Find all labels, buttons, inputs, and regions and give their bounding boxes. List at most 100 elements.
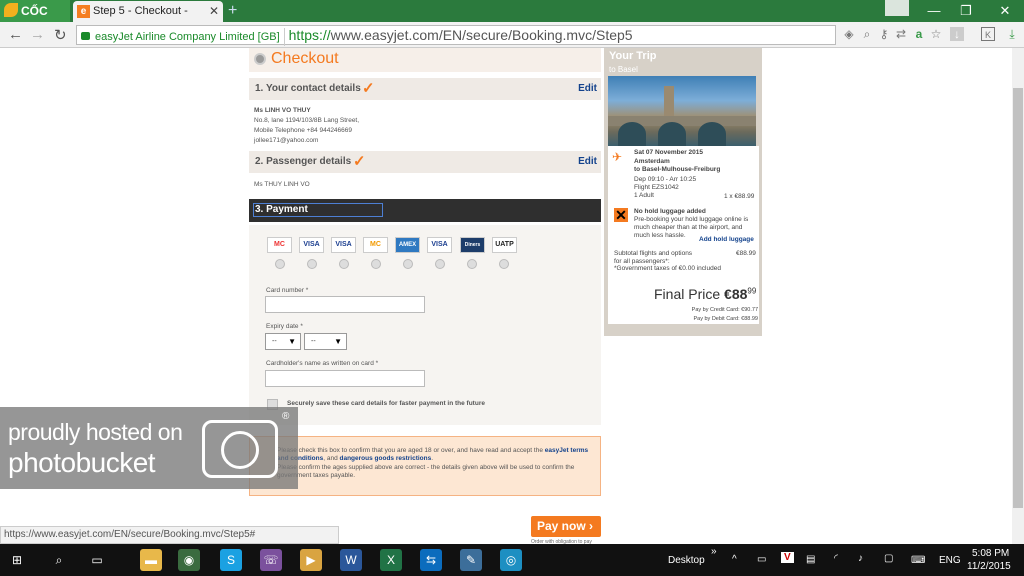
download-manager-icon[interactable]: ↓ <box>950 27 964 41</box>
status-bar-url: https://www.easyjet.com/EN/secure/Bookin… <box>0 526 339 544</box>
battery-icon[interactable]: ▭ <box>757 554 766 565</box>
camera-lens <box>221 431 259 469</box>
wifi-icon[interactable]: ◜ <box>834 553 838 564</box>
dangerous-goods-link[interactable]: dangerous goods restrictions <box>340 455 432 462</box>
card-radio[interactable] <box>307 259 317 269</box>
lock-icon <box>81 32 90 40</box>
terms-text-c: . <box>431 455 434 462</box>
pay-now-button[interactable]: Pay now › <box>531 516 601 537</box>
mastercard-icon[interactable]: MC <box>267 237 292 253</box>
close-tab-icon[interactable]: ✕ <box>209 1 219 22</box>
checkmark-icon: ✓ <box>353 153 366 170</box>
diners-club-icon[interactable]: Diners <box>460 237 485 253</box>
easyjet-favicon-icon: e <box>77 5 90 18</box>
card-number-label: Card number * <box>266 287 309 294</box>
passenger-details-label: 2. Passenger details <box>255 156 352 167</box>
task-view-icon[interactable]: ▭ <box>86 549 108 571</box>
scrollbar-thumb[interactable] <box>1013 88 1023 508</box>
file-explorer-icon[interactable]: ▬ <box>140 549 162 571</box>
expiry-year-select[interactable]: -- ▼ <box>304 333 347 350</box>
card-radio[interactable] <box>339 259 349 269</box>
visa-debit-icon[interactable]: VISA <box>331 237 356 253</box>
edit-passenger-link[interactable]: Edit <box>578 156 597 167</box>
coccoc-a-icon[interactable]: a <box>912 27 926 41</box>
shield-icon[interactable]: ◈ <box>842 27 856 41</box>
browser-tab[interactable]: e Step 5 - Checkout - Bookin ✕ <box>73 1 223 38</box>
keyboard-icon[interactable]: ▤ <box>806 554 815 565</box>
key-icon[interactable]: ⚷ <box>877 27 891 41</box>
uatp-icon[interactable]: UATP <box>492 237 517 253</box>
excel-icon[interactable]: X <box>380 549 402 571</box>
passenger-details: Ms THUY LINH VO <box>254 180 310 190</box>
checkout-header: Checkout <box>249 48 601 72</box>
card-radio[interactable] <box>499 259 509 269</box>
photo-arch <box>698 122 726 146</box>
luggage-title: No hold luggage added <box>634 208 706 215</box>
close-window-icon[interactable]: ✕ <box>987 0 1023 22</box>
search-icon[interactable]: ⌕ <box>48 549 70 571</box>
paint-icon[interactable]: ✎ <box>460 549 482 571</box>
ev-certificate-badge[interactable]: easyJet Airline Company Limited [GB] <box>77 28 285 46</box>
expiry-month-value: -- <box>272 338 277 345</box>
dropdown-arrow-icon: ▼ <box>334 337 342 346</box>
card-radio[interactable] <box>435 259 445 269</box>
media-player-icon[interactable]: ▶ <box>300 549 322 571</box>
subtotal-label: Subtotal flights and options for all pas… <box>614 250 693 265</box>
maestro-icon[interactable]: MC <box>363 237 388 253</box>
volume-icon[interactable]: ♪ <box>858 553 863 564</box>
expiry-month-select[interactable]: -- ▼ <box>265 333 301 350</box>
camera-icon <box>202 420 278 478</box>
skype-icon[interactable]: S <box>220 549 242 571</box>
word-icon[interactable]: W <box>340 549 362 571</box>
zoom-icon[interactable]: ⌕ <box>860 27 874 41</box>
visa-electron-icon[interactable]: VISA <box>427 237 452 253</box>
minimize-icon[interactable]: — <box>916 0 952 22</box>
extension-k-icon[interactable]: K <box>981 27 995 41</box>
restore-icon[interactable]: ❐ <box>948 0 984 22</box>
notifications-icon[interactable]: ▢ <box>884 553 893 564</box>
contact-details-label: 1. Your contact details <box>255 83 361 94</box>
card-radio[interactable] <box>275 259 285 269</box>
save-download-icon[interactable]: ⤓ <box>1005 27 1019 41</box>
new-tab-icon[interactable]: + <box>228 2 237 20</box>
amex-icon[interactable]: AMEX <box>395 237 420 253</box>
browser-brand[interactable]: CỐC CỐC <box>0 0 70 40</box>
contact-email: jollee171@yahoo.com <box>254 137 319 144</box>
viber-icon[interactable]: ☏ <box>260 549 282 571</box>
toolbar-expand-icon[interactable]: » <box>711 546 717 557</box>
photo-arch <box>618 122 646 146</box>
windows-start-icon[interactable]: ⊞ <box>6 549 28 571</box>
browser-tab-bar: CỐC CỐC e Step 5 - Checkout - Bookin ✕ +… <box>0 0 1024 40</box>
profile-avatar-icon[interactable] <box>885 0 909 16</box>
card-radio[interactable] <box>403 259 413 269</box>
bookmark-star-icon[interactable]: ☆ <box>929 27 943 41</box>
terms-text: Please check this box to confirm that yo… <box>277 447 599 463</box>
coccoc-browser-icon[interactable]: ◉ <box>178 549 200 571</box>
card-number-input[interactable] <box>265 296 425 313</box>
clock-date[interactable]: 11/2/2015 <box>967 561 1011 572</box>
cardholder-name-input[interactable] <box>265 370 425 387</box>
keyboard-layout-icon[interactable]: ⌨ <box>911 555 925 566</box>
page-scrollbar[interactable] <box>1012 48 1024 544</box>
teamviewer-icon[interactable]: ⇆ <box>420 549 442 571</box>
back-icon[interactable]: ← <box>8 26 23 43</box>
desktop-toolbar-label[interactable]: Desktop <box>668 555 705 566</box>
ev-label: easyJet Airline Company Limited [GB] <box>95 31 280 43</box>
trip-subtitle: to Basel <box>609 65 638 74</box>
language-indicator[interactable]: ENG <box>939 555 961 566</box>
show-hidden-icons-icon[interactable]: ^ <box>732 554 737 565</box>
contact-details: Ms LINH VO THUY No.8, lane 1194/103/8B L… <box>254 106 359 146</box>
address-bar[interactable]: easyJet Airline Company Limited [GB] http… <box>76 25 836 46</box>
visa-icon[interactable]: VISA <box>299 237 324 253</box>
card-radio[interactable] <box>467 259 477 269</box>
tray-v-icon[interactable]: V <box>781 552 794 563</box>
clock-time[interactable]: 5:08 PM <box>972 548 1009 559</box>
card-radio[interactable] <box>371 259 381 269</box>
forward-icon[interactable]: → <box>30 26 45 43</box>
reload-icon[interactable]: ↻ <box>54 26 67 44</box>
edit-contact-link[interactable]: Edit <box>578 83 597 94</box>
add-hold-luggage-link[interactable]: Add hold luggage <box>699 236 754 243</box>
translate-icon[interactable]: ⇄ <box>894 27 908 41</box>
app-icon[interactable]: ◎ <box>500 549 522 571</box>
contact-phone: Mobile Telephone +84 944246669 <box>254 127 353 134</box>
